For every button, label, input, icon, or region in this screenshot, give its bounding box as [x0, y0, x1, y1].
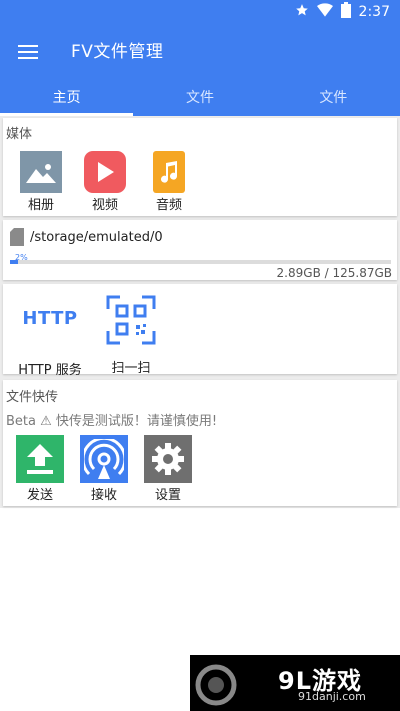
video-icon	[84, 151, 126, 193]
watermark-logo-icon	[194, 663, 238, 711]
status-bar: 2:37	[0, 0, 400, 24]
receive-icon	[80, 435, 128, 483]
http-glyph: HTTP	[22, 307, 78, 329]
storage-progress-fill	[10, 260, 18, 264]
scan-button[interactable]: 扫一扫	[99, 294, 163, 378]
transfer-card: 文件快传 Beta ⚠ 快传是测试版！请谨慎使用! 发送 接收 设置	[3, 380, 397, 506]
send-button[interactable]: 发送	[8, 435, 72, 505]
tab-bar: 主页 文件 文件	[0, 80, 400, 116]
gallery-icon	[20, 151, 62, 193]
settings-label: 设置	[154, 488, 181, 503]
wifi-icon	[316, 3, 333, 21]
http-service-button[interactable]: HTTP HTTP 服务	[9, 294, 91, 380]
storage-path: /storage/emulated/0	[30, 230, 163, 245]
media-card: 媒体 相册 视频 音频	[3, 118, 397, 216]
sd-card-icon	[10, 228, 24, 250]
beta-notice: Beta ⚠ 快传是测试版！请谨慎使用!	[6, 414, 218, 429]
menu-button[interactable]	[12, 36, 44, 68]
watermark-bar: 9L游戏 91danji.com	[190, 655, 400, 711]
settings-icon	[144, 435, 192, 483]
receive-button[interactable]: 接收	[72, 435, 136, 505]
storage-card[interactable]: /storage/emulated/0 2% 2.89GB / 125.87GB	[3, 220, 397, 280]
hamburger-menu-icon	[18, 45, 38, 59]
http-service-label: HTTP 服务	[18, 363, 82, 378]
media-item-gallery[interactable]: 相册	[9, 151, 73, 215]
tab-files-2[interactable]: 文件	[267, 80, 400, 116]
media-item-label: 视频	[91, 198, 118, 213]
app-title: FV文件管理	[71, 42, 164, 62]
media-item-audio[interactable]: 音频	[137, 151, 201, 215]
http-icon: HTTP	[9, 294, 91, 342]
app-bar: FV文件管理	[0, 24, 400, 80]
transfer-section-title: 文件快传	[6, 390, 59, 405]
storage-progress-bar	[10, 260, 391, 264]
star-icon	[295, 3, 309, 21]
upload-icon	[16, 435, 64, 483]
media-item-label: 相册	[27, 198, 54, 213]
home-content: 媒体 相册 视频 音频 /storage/emulated/0 2% 2.89G…	[0, 116, 400, 711]
status-time: 2:37	[358, 4, 390, 20]
watermark-url: 91danji.com	[298, 690, 366, 703]
receive-label: 接收	[90, 488, 117, 503]
media-item-label: 音频	[155, 198, 182, 213]
media-item-video[interactable]: 视频	[73, 151, 137, 215]
tab-files-1[interactable]: 文件	[133, 80, 266, 116]
status-icons: 2:37	[295, 2, 390, 22]
tools-card: HTTP HTTP 服务 扫一扫	[3, 284, 397, 378]
tab-home[interactable]: 主页	[0, 80, 134, 116]
send-label: 发送	[26, 488, 53, 503]
media-section-title: 媒体	[6, 127, 33, 142]
battery-icon	[340, 2, 351, 22]
qr-scan-icon	[105, 294, 157, 346]
scan-label: 扫一扫	[111, 361, 151, 376]
settings-button[interactable]: 设置	[136, 435, 200, 505]
storage-size: 2.89GB / 125.87GB	[276, 266, 392, 280]
audio-icon	[153, 151, 185, 193]
